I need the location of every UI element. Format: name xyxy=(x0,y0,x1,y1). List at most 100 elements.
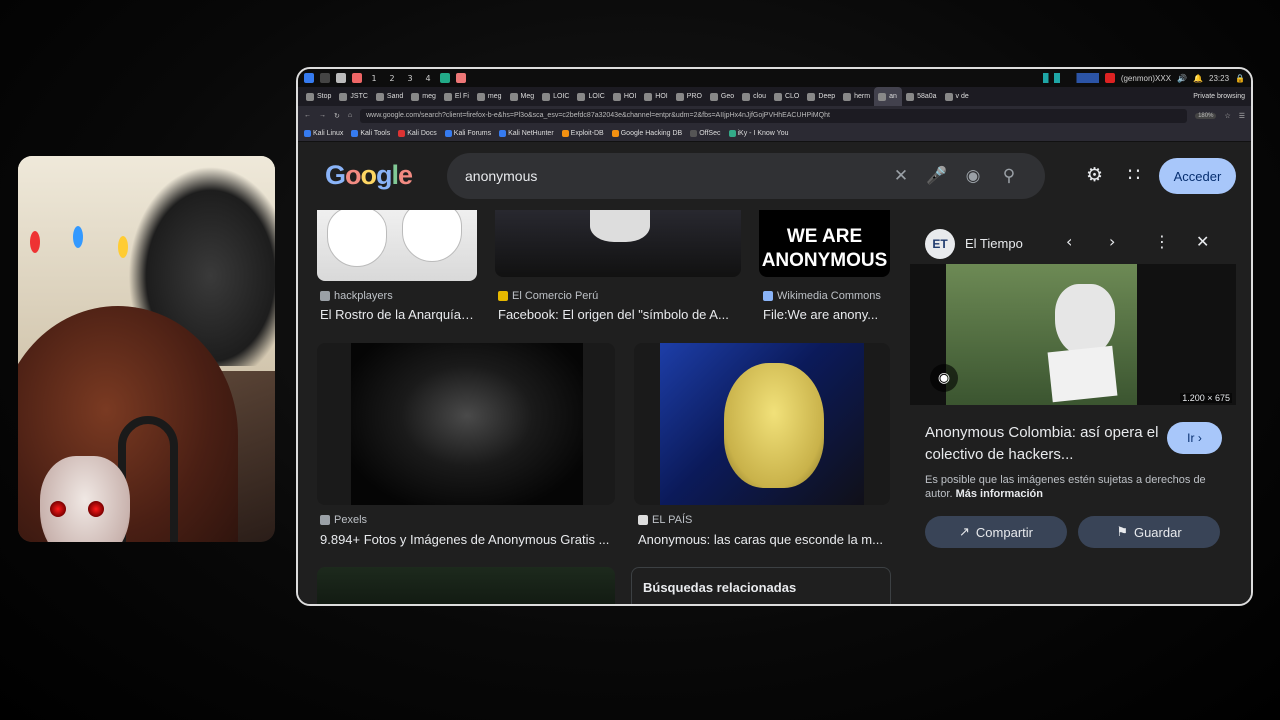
browser-tab[interactable]: HOI xyxy=(609,87,640,106)
browser-tab[interactable]: 58a0a xyxy=(902,87,940,106)
browser-tab[interactable]: Sand xyxy=(372,87,407,106)
menu-icon[interactable]: ☰ xyxy=(1239,112,1245,120)
bookmark-item[interactable]: OffSec xyxy=(690,129,721,137)
browser-tab[interactable]: v de xyxy=(941,87,973,106)
browser-tab[interactable]: CLO xyxy=(770,87,803,106)
browser-tab[interactable]: Meg xyxy=(506,87,539,106)
browser-tab[interactable]: Geo xyxy=(706,87,738,106)
save-button[interactable]: ⚑ Guardar xyxy=(1078,516,1220,548)
result-title[interactable]: 9.894+ Fotos y Imágenes de Anonymous Gra… xyxy=(320,532,615,547)
tab-favicon-icon xyxy=(509,92,518,101)
browser-tab[interactable]: HOI xyxy=(640,87,671,106)
home-icon[interactable]: ⌂ xyxy=(348,112,352,119)
app-icon[interactable] xyxy=(456,73,466,83)
files-icon[interactable] xyxy=(320,73,330,83)
zoom-level[interactable]: 180% xyxy=(1195,112,1217,119)
browser-tab[interactable]: LOIC xyxy=(573,87,608,106)
apps-grid-icon[interactable]: ∷ xyxy=(1128,164,1140,186)
light-bulb xyxy=(73,226,83,248)
settings-icon[interactable]: ⚙ xyxy=(1086,164,1103,186)
preview-image[interactable]: ◉ 1.200 × 675 xyxy=(910,264,1236,405)
tab-favicon-icon xyxy=(375,92,384,101)
browser-tab[interactable]: El Fi xyxy=(440,87,473,106)
tab-favicon-icon xyxy=(709,92,718,101)
result-source[interactable]: EL PAÍS xyxy=(638,514,692,526)
bookmark-item[interactable]: Kali Linux xyxy=(304,129,343,137)
result-image-6[interactable] xyxy=(317,567,615,604)
bookmark-item[interactable]: iKy - I Know You xyxy=(728,129,788,137)
reload-icon[interactable]: ↻ xyxy=(334,112,340,120)
browser-window: 1 2 3 4 (genmon)XXX 🔊 🔔 23:23 🔒 Stop JSTC… xyxy=(296,67,1253,606)
workspace-2[interactable]: 2 xyxy=(386,74,398,83)
panel-source[interactable]: El Tiempo xyxy=(965,236,1023,251)
mic-icon[interactable]: 🎤 xyxy=(919,166,955,186)
bookmark-item[interactable]: Kali Docs xyxy=(398,129,437,137)
workspace-3[interactable]: 3 xyxy=(404,74,416,83)
forward-icon[interactable]: → xyxy=(319,112,326,119)
bookmark-star-icon[interactable]: ☆ xyxy=(1224,112,1230,120)
record-icon[interactable] xyxy=(1104,73,1115,83)
close-icon[interactable]: ✕ xyxy=(1196,232,1209,251)
browser-tab[interactable]: Deep xyxy=(803,87,839,106)
browser-tab[interactable]: meg xyxy=(407,87,440,106)
result-title[interactable]: File:We are anony... xyxy=(763,307,888,322)
firefox-icon[interactable] xyxy=(352,73,362,83)
lock-icon[interactable]: 🔒 xyxy=(1235,74,1245,83)
next-icon[interactable]: › xyxy=(1109,232,1115,251)
browser-tab[interactable]: meg xyxy=(473,87,506,106)
result-source[interactable]: Pexels xyxy=(320,514,367,526)
signin-button[interactable]: Acceder xyxy=(1159,158,1236,194)
browser-tab[interactable]: PRO xyxy=(672,87,706,106)
go-button[interactable]: Ir › xyxy=(1167,422,1222,454)
prev-icon[interactable]: ‹ xyxy=(1066,232,1072,251)
volume-icon[interactable]: 🔊 xyxy=(1177,74,1187,83)
browser-tab[interactable]: herm xyxy=(839,87,874,106)
result-source[interactable]: hackplayers xyxy=(320,290,393,302)
tab-label: Stop xyxy=(317,93,332,100)
bookmark-item[interactable]: Kali Forums xyxy=(444,129,492,137)
share-button[interactable]: ↗ Compartir xyxy=(925,516,1067,548)
result-image-3[interactable]: WE ARE ANONYMOUS xyxy=(759,202,890,277)
search-input[interactable]: anonymous xyxy=(465,168,883,184)
result-image-1[interactable] xyxy=(317,202,477,281)
browser-tab[interactable]: Stop xyxy=(302,87,335,106)
bookmark-item[interactable]: Kali NetHunter xyxy=(499,129,554,137)
bookmark-favicon-icon xyxy=(351,129,359,137)
related-searches[interactable]: Búsquedas relacionadas xyxy=(631,567,891,604)
result-title[interactable]: El Rostro de la Anarquía ... xyxy=(320,307,475,322)
bookmark-item[interactable]: Exploit-DB xyxy=(561,129,604,137)
result-image-5[interactable] xyxy=(634,343,890,505)
browser-tab[interactable]: LOIC xyxy=(538,87,573,106)
back-icon[interactable]: ← xyxy=(304,112,311,119)
bookmark-favicon-icon xyxy=(690,129,698,137)
bookmark-label: Kali Forums xyxy=(453,129,492,137)
app-icon[interactable] xyxy=(440,73,450,83)
google-logo[interactable]: Google xyxy=(325,160,413,191)
bookmark-item[interactable]: Google Hacking DB xyxy=(611,129,682,137)
browser-tab[interactable]: JSTC xyxy=(335,87,372,106)
address-bar[interactable]: www.google.com/search?client=firefox-b-e… xyxy=(360,108,1188,123)
terminal-icon[interactable] xyxy=(336,73,346,83)
result-title[interactable]: Facebook: El origen del "símbolo de A... xyxy=(498,307,738,322)
bookmark-item[interactable]: Kali Tools xyxy=(351,129,390,137)
result-source[interactable]: El Comercio Perú xyxy=(498,290,598,302)
more-icon[interactable]: ⋮ xyxy=(1154,232,1170,251)
kali-menu-icon[interactable] xyxy=(304,73,314,83)
browser-tab[interactable]: an xyxy=(874,87,903,106)
result-source[interactable]: Wikimedia Commons xyxy=(763,290,881,302)
lens-search-icon[interactable]: ◉ xyxy=(930,364,958,392)
search-box[interactable]: anonymous ✕ 🎤 ◉ ⚲ xyxy=(447,153,1045,199)
notification-icon[interactable]: 🔔 xyxy=(1193,74,1203,83)
workspace-1[interactable]: 1 xyxy=(368,74,380,83)
more-info-link[interactable]: Más información xyxy=(956,488,1043,500)
panel-title[interactable]: Anonymous Colombia: así opera el colecti… xyxy=(925,422,1160,466)
result-image-2[interactable] xyxy=(495,202,741,277)
lens-icon[interactable]: ◉ xyxy=(955,166,991,186)
workspace-4[interactable]: 4 xyxy=(422,74,434,83)
browser-tab[interactable]: clou xyxy=(738,87,770,106)
result-title[interactable]: Anonymous: las caras que esconde la m... xyxy=(638,532,888,547)
search-icon[interactable]: ⚲ xyxy=(991,166,1027,186)
clear-icon[interactable]: ✕ xyxy=(883,166,919,186)
result-image-4[interactable] xyxy=(317,343,615,505)
tab-label: HOI xyxy=(623,93,637,100)
